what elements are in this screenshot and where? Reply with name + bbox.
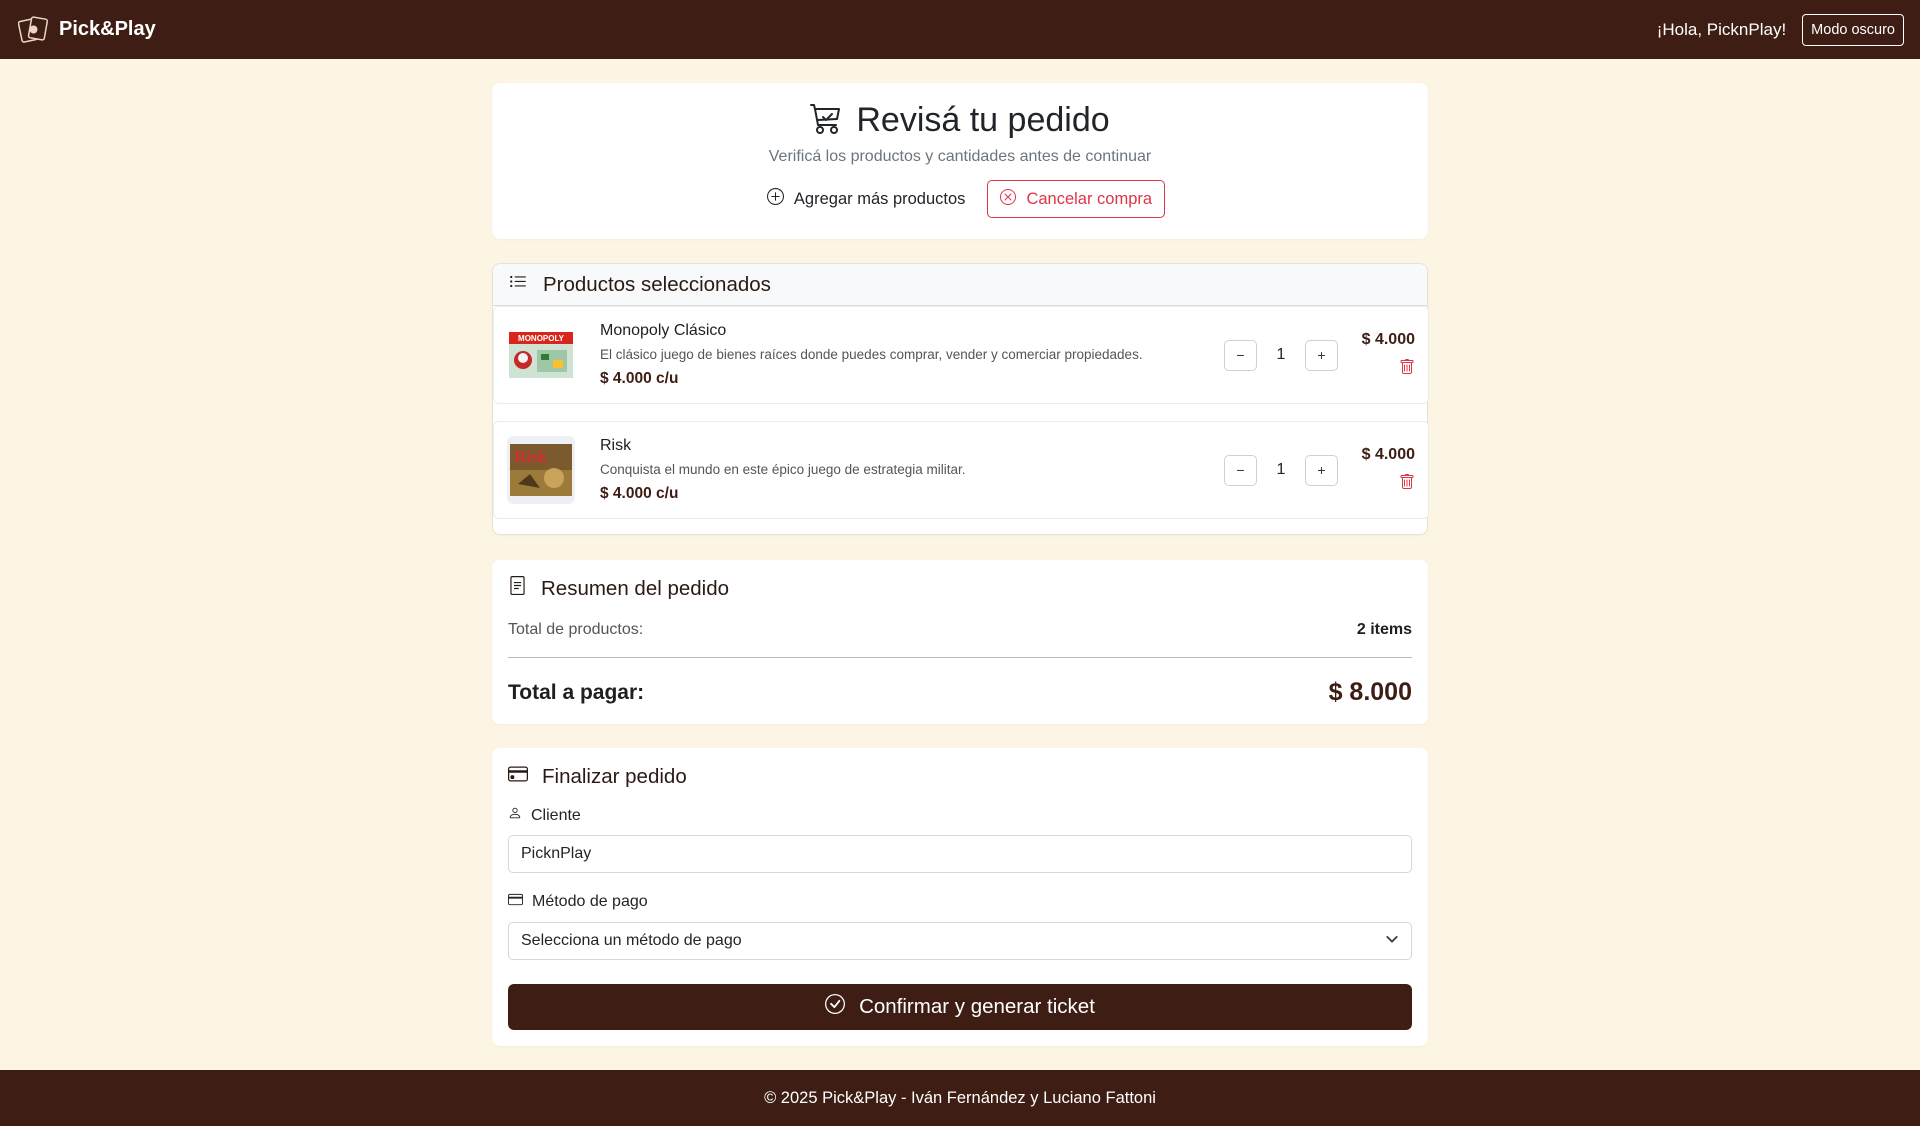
increase-quantity-button[interactable]: + <box>1305 454 1338 486</box>
finalize-order-card: Finalizar pedido Cliente Método de pago … <box>492 748 1428 1046</box>
payment-method-select[interactable]: Selecciona un método de pago <box>508 922 1412 960</box>
dark-mode-button[interactable]: Modo oscuro <box>1802 13 1904 46</box>
receipt-icon <box>508 576 527 601</box>
quantity-value: 1 <box>1276 346 1286 363</box>
order-review-header: Revisá tu pedido Verificá los productos … <box>492 83 1428 239</box>
items-count: 2 items <box>1356 621 1412 638</box>
page-subtitle: Verificá los productos y cantidades ante… <box>768 148 1152 165</box>
products-title: Productos seleccionados <box>543 272 771 296</box>
product-name: Risk <box>600 437 632 454</box>
product-total: $ 4.000 <box>1361 330 1415 348</box>
plus-circle-icon <box>766 188 784 210</box>
total-amount: $ 8.000 <box>1328 678 1412 706</box>
footer-text: © 2025 Pick&Play - Iván Fernández y Luci… <box>764 1088 1156 1107</box>
decrease-quantity-button[interactable]: − <box>1224 454 1257 486</box>
product-image: MONOPOLY <box>507 321 575 389</box>
client-label: Cliente <box>531 806 581 824</box>
product-total: $ 4.000 <box>1361 445 1415 463</box>
monopoly-logo-text: MONOPOLY <box>518 334 565 343</box>
product-unit-price: $ 4.000 c/u <box>600 485 679 502</box>
finalize-title: Finalizar pedido <box>542 765 687 788</box>
trash-icon[interactable] <box>1399 473 1415 490</box>
product-description: Conquista el mundo en este épico juego d… <box>600 462 966 477</box>
credit-card-icon <box>508 892 523 912</box>
summary-title: Resumen del pedido <box>541 576 730 600</box>
quantity-stepper: − 1 + <box>1224 454 1338 486</box>
product-image: Risk <box>507 436 575 504</box>
cart-check-icon <box>810 102 842 139</box>
product-row: Risk Risk Conquista el mundo en este épi… <box>493 421 1429 519</box>
check-circle-icon <box>825 994 846 1020</box>
selected-products-card: Productos seleccionados MONOPOLY Monopol… <box>492 263 1429 535</box>
decrease-quantity-button[interactable]: − <box>1224 339 1257 371</box>
brand[interactable]: Pick&Play <box>18 14 156 45</box>
order-summary-card: Resumen del pedido Total de productos: 2… <box>492 560 1428 724</box>
total-label: Total a pagar: <box>508 680 645 704</box>
person-icon <box>508 806 522 825</box>
user-greeting: ¡Hola, PicknPlay! <box>1656 19 1787 39</box>
credit-card-icon <box>508 764 528 790</box>
product-name: Monopoly Clásico <box>600 322 727 339</box>
chevron-down-icon <box>1385 932 1399 951</box>
cancel-purchase-button[interactable]: Cancelar compra <box>987 180 1166 218</box>
footer: © 2025 Pick&Play - Iván Fernández y Luci… <box>0 1070 1920 1126</box>
x-circle-icon <box>1000 188 1017 210</box>
payment-method-value: Selecciona un método de pago <box>521 932 742 949</box>
confirm-ticket-button[interactable]: Confirmar y generar ticket <box>508 984 1412 1030</box>
trash-icon[interactable] <box>1399 358 1415 375</box>
list-icon <box>509 273 527 296</box>
add-more-products-button[interactable]: Agregar más productos <box>755 180 978 218</box>
page-title: Revisá tu pedido <box>856 101 1110 139</box>
quantity-value: 1 <box>1276 461 1286 478</box>
confirm-ticket-label: Confirmar y generar ticket <box>859 995 1095 1018</box>
product-row: MONOPOLY Monopoly Clásico El clásico jue… <box>493 306 1429 404</box>
client-input[interactable] <box>508 835 1412 873</box>
increase-quantity-button[interactable]: + <box>1305 339 1338 371</box>
product-description: El clásico juego de bienes raíces donde … <box>600 347 1143 362</box>
brand-name: Pick&Play <box>59 18 156 40</box>
cancel-purchase-label: Cancelar compra <box>1026 189 1153 208</box>
items-label: Total de productos: <box>508 621 644 638</box>
divider <box>508 657 1412 658</box>
risk-logo-text: Risk <box>514 447 548 466</box>
cards-logo-icon <box>18 14 49 45</box>
quantity-stepper: − 1 + <box>1224 339 1338 371</box>
product-unit-price: $ 4.000 c/u <box>600 370 679 387</box>
add-more-products-label: Agregar más productos <box>793 189 966 208</box>
payment-method-label: Método de pago <box>532 893 648 910</box>
navbar: Pick&Play ¡Hola, PicknPlay! Modo oscuro <box>0 0 1920 59</box>
